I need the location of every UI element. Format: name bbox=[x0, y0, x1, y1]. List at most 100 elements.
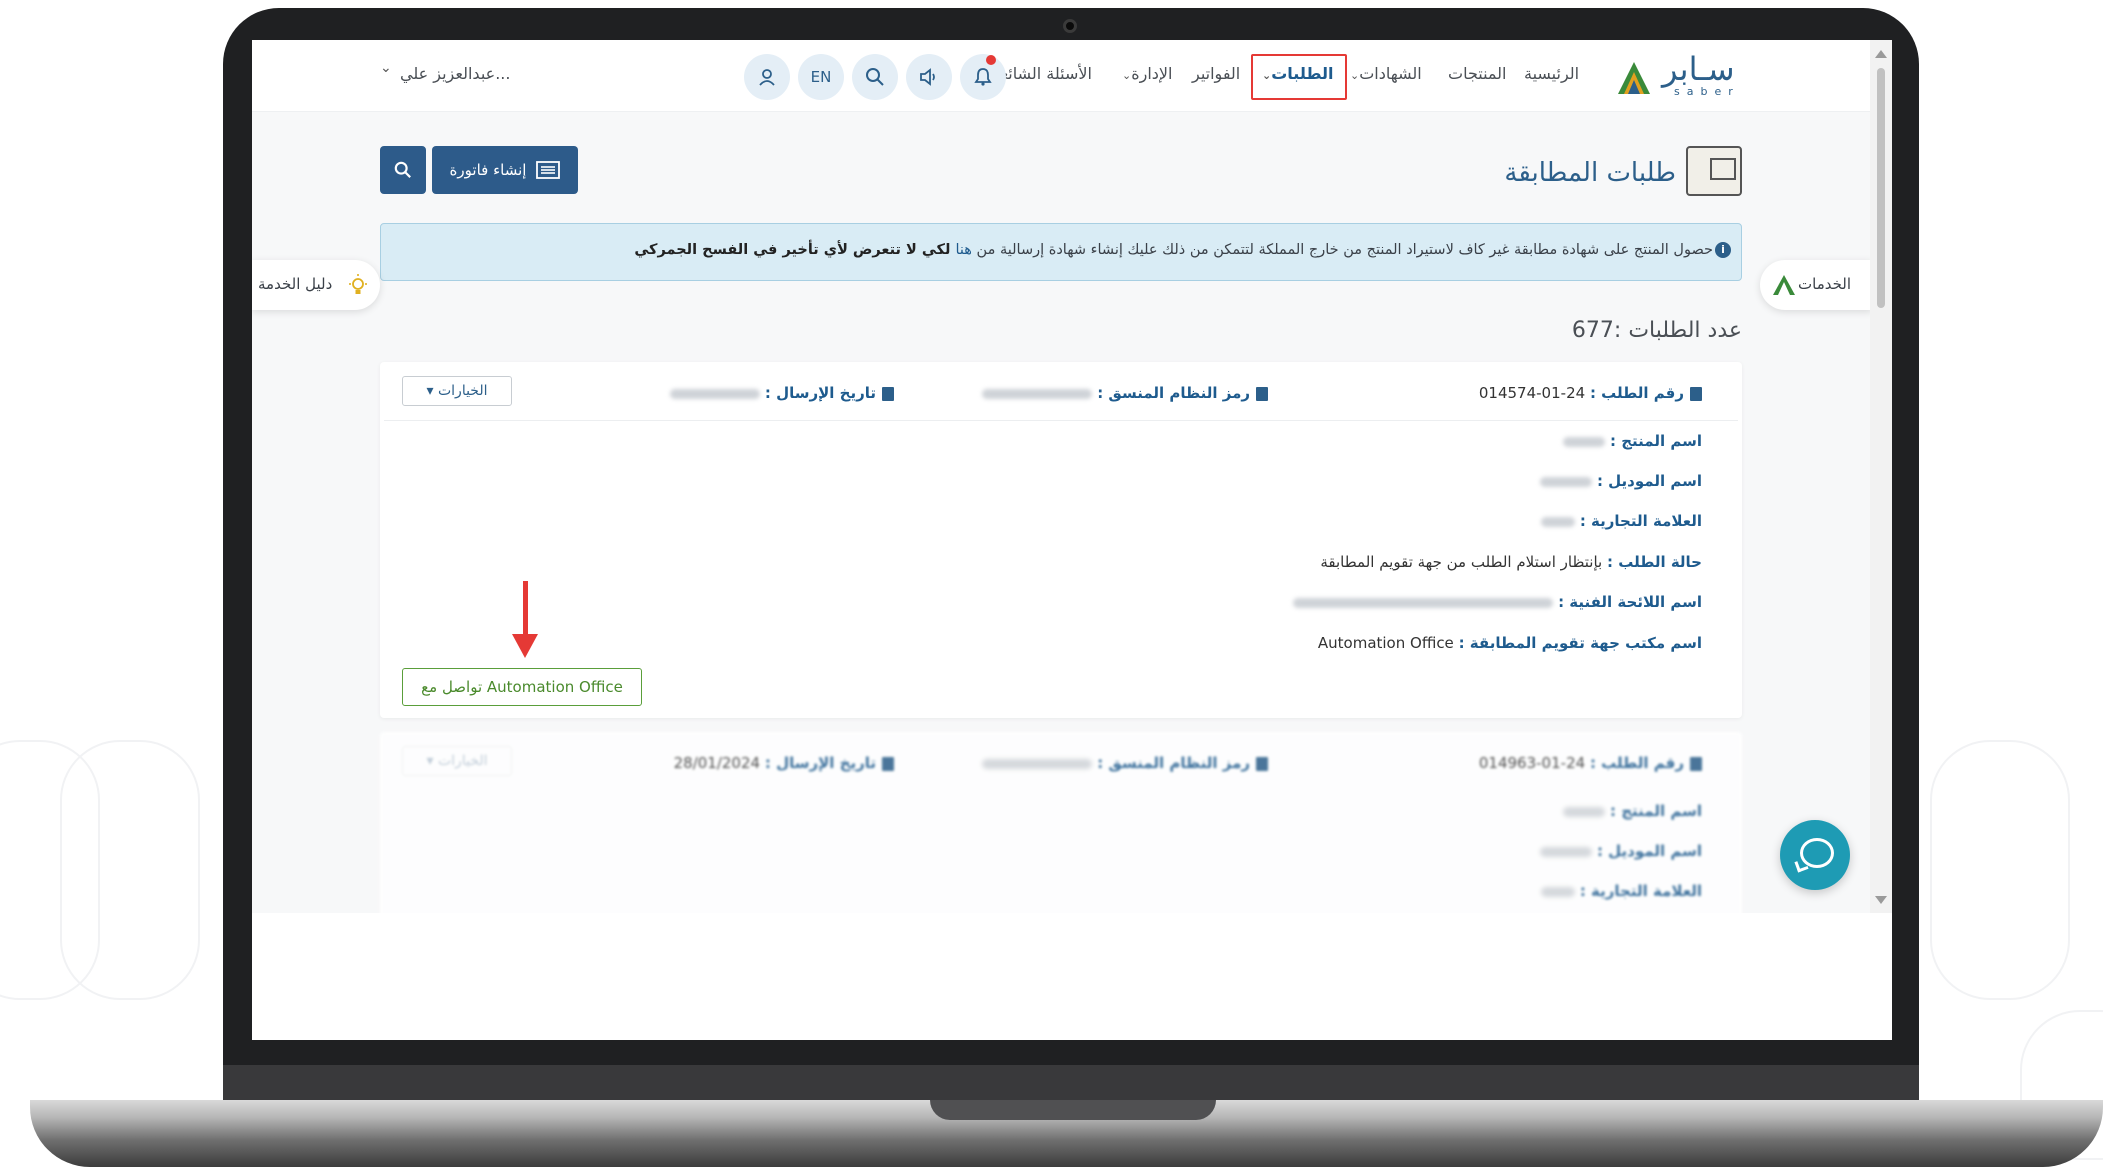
request-number-value: 24-01-014574 bbox=[1478, 384, 1586, 402]
services-label: الخدمات bbox=[1798, 275, 1852, 293]
language-toggle[interactable]: EN bbox=[798, 54, 844, 100]
regulation-field: اسم اللائحة الفنية : bbox=[1293, 593, 1702, 611]
document-icon bbox=[1690, 756, 1702, 771]
calendar-icon bbox=[882, 386, 894, 401]
create-invoice-button[interactable]: إنشاء فاتورة bbox=[432, 146, 578, 194]
saber-mark-icon bbox=[1773, 275, 1795, 295]
model-name-label: اسم الموديل : bbox=[1596, 842, 1702, 860]
service-guide-side-tab[interactable]: دليل الخدمة bbox=[252, 260, 380, 310]
background-curve bbox=[1930, 740, 2070, 1000]
notification-dot bbox=[986, 55, 996, 65]
model-name-field: اسم الموديل : bbox=[1540, 472, 1702, 490]
product-name-field: اسم المنتج : bbox=[1563, 802, 1702, 820]
info-icon: i bbox=[1715, 242, 1731, 258]
product-name-label: اسم المنتج : bbox=[1610, 802, 1702, 820]
model-name-label: اسم الموديل : bbox=[1596, 472, 1702, 490]
chat-support-button[interactable] bbox=[1780, 820, 1850, 890]
laptop-screen: سـابر saber الرئيسية المنتجات ⌄الشهادات … bbox=[252, 40, 1892, 1040]
saber-logo-icon bbox=[1618, 62, 1650, 94]
redacted-value bbox=[670, 388, 761, 399]
hs-code-label: رمز النظام المنسق : bbox=[1097, 754, 1250, 772]
nav-products[interactable]: المنتجات bbox=[1448, 64, 1507, 83]
options-dropdown[interactable]: ▾ الخيارات bbox=[402, 376, 512, 406]
top-navbar: سـابر saber الرئيسية المنتجات ⌄الشهادات … bbox=[252, 40, 1870, 112]
hs-code-field: رمز النظام المنسق : bbox=[982, 384, 1268, 402]
user-icon bbox=[759, 69, 775, 86]
request-number-field: رقم الطلب : 24-01-014963 bbox=[1479, 754, 1702, 772]
scrollbar-thumb[interactable] bbox=[1877, 68, 1885, 308]
requests-page-icon bbox=[1686, 146, 1742, 196]
accessibility-audio-button[interactable] bbox=[906, 54, 952, 100]
vertical-scrollbar[interactable] bbox=[1870, 40, 1892, 913]
annotation-arrow-head bbox=[512, 634, 538, 658]
hs-code-label: رمز النظام المنسق : bbox=[1097, 384, 1250, 402]
services-side-tab[interactable]: الخدمات bbox=[1760, 260, 1870, 310]
service-guide-label: دليل الخدمة bbox=[258, 275, 333, 293]
status-value: بإنتظار استلام الطلب من جهة تقويم المطاب… bbox=[1320, 553, 1603, 571]
product-name-field: اسم المنتج : bbox=[1563, 432, 1702, 450]
page-title: طلبات المطابقة bbox=[1504, 158, 1676, 188]
model-name-field: اسم الموديل : bbox=[1540, 842, 1702, 860]
chevron-down-icon[interactable]: ⌄ bbox=[380, 60, 392, 76]
office-label: اسم مكتب جهة تقويم المطابقة : bbox=[1458, 634, 1702, 652]
request-number-value: 24-01-014963 bbox=[1478, 754, 1586, 772]
laptop-camera bbox=[1063, 19, 1077, 33]
send-date-field: تاريخ الإرسال : bbox=[670, 384, 894, 402]
chevron-down-icon: ⌄ bbox=[1262, 69, 1272, 82]
saber-logo[interactable]: سـابر saber bbox=[1614, 50, 1750, 100]
send-date-field: تاريخ الإرسال : 28/01/2024 bbox=[674, 754, 894, 772]
annotation-arrow bbox=[523, 581, 528, 636]
request-card: رقم الطلب : 24-01-014574 رمز النظام المن… bbox=[380, 362, 1742, 718]
alert-text-b: لكي لا تتعرض لأي تأخير في الفسح الجمركي bbox=[634, 242, 956, 258]
alert-link[interactable]: هنا bbox=[955, 242, 971, 258]
nav-admin-label: الإدارة bbox=[1131, 64, 1173, 83]
logo-wordmark: سـابر bbox=[1662, 50, 1735, 88]
nav-requests-label: الطلبات bbox=[1271, 64, 1334, 83]
invoice-icon bbox=[536, 161, 561, 179]
caret-down-icon: ▾ bbox=[426, 753, 438, 769]
regulation-label: اسم اللائحة الفنية : bbox=[1558, 593, 1702, 611]
search-button[interactable] bbox=[852, 54, 898, 100]
document-icon bbox=[1690, 386, 1702, 401]
blank-screen-area bbox=[252, 913, 1892, 1040]
redacted-value bbox=[1563, 436, 1606, 447]
nav-requests[interactable]: ⌄الطلبات bbox=[1258, 64, 1333, 83]
nav-invoices[interactable]: الفواتير bbox=[1192, 64, 1240, 83]
alert-text: حصول المنتج على شهادة مطابقة غير كاف لاس… bbox=[634, 242, 1713, 258]
calendar-icon bbox=[882, 756, 894, 771]
user-name[interactable]: عبدالعزيز علي... bbox=[400, 64, 510, 83]
nav-faq[interactable]: الأسئلة الشائعة bbox=[992, 64, 1092, 83]
request-number-label: رقم الطلب : bbox=[1589, 384, 1684, 402]
scroll-up-arrow[interactable] bbox=[1875, 50, 1887, 58]
search-icon bbox=[866, 68, 884, 86]
caret-down-icon: ▾ bbox=[426, 383, 438, 399]
scroll-down-arrow[interactable] bbox=[1875, 896, 1887, 904]
brand-label: العلامة التجارية : bbox=[1579, 882, 1702, 900]
nav-admin[interactable]: ⌄الإدارة bbox=[1118, 64, 1172, 83]
lightbulb-icon bbox=[349, 274, 367, 294]
nav-home[interactable]: الرئيسية bbox=[1524, 64, 1579, 83]
options-dropdown[interactable]: ▾ الخيارات bbox=[402, 746, 512, 776]
alert-text-a: حصول المنتج على شهادة مطابقة غير كاف لاس… bbox=[971, 242, 1713, 258]
brand-label: العلامة التجارية : bbox=[1579, 512, 1702, 530]
brand-field: العلامة التجارية : bbox=[1541, 882, 1702, 900]
page-stage: سـابر saber الرئيسية المنتجات ⌄الشهادات … bbox=[0, 0, 2103, 1167]
chevron-down-icon: ⌄ bbox=[1122, 69, 1132, 82]
redacted-value bbox=[1541, 886, 1576, 897]
redacted-value bbox=[1540, 846, 1593, 857]
options-label: الخيارات bbox=[437, 753, 488, 769]
status-label: حالة الطلب : bbox=[1606, 553, 1702, 571]
app-window: سـابر saber الرئيسية المنتجات ⌄الشهادات … bbox=[252, 40, 1870, 913]
logo-subtitle: saber bbox=[1674, 85, 1740, 98]
search-filter-button[interactable] bbox=[380, 146, 426, 194]
nav-certificates[interactable]: ⌄الشهادات bbox=[1346, 64, 1422, 83]
notifications-button[interactable] bbox=[960, 54, 1006, 100]
background-curve bbox=[60, 740, 200, 1000]
bell-icon bbox=[974, 68, 992, 86]
user-avatar[interactable] bbox=[744, 54, 790, 100]
request-number-field: رقم الطلب : 24-01-014574 bbox=[1479, 384, 1702, 402]
chevron-down-icon: ⌄ bbox=[1350, 69, 1360, 82]
laptop-notch bbox=[930, 1100, 1216, 1120]
redacted-value bbox=[1563, 806, 1606, 817]
contact-office-button[interactable]: تواصل مع Automation Office bbox=[402, 668, 642, 706]
